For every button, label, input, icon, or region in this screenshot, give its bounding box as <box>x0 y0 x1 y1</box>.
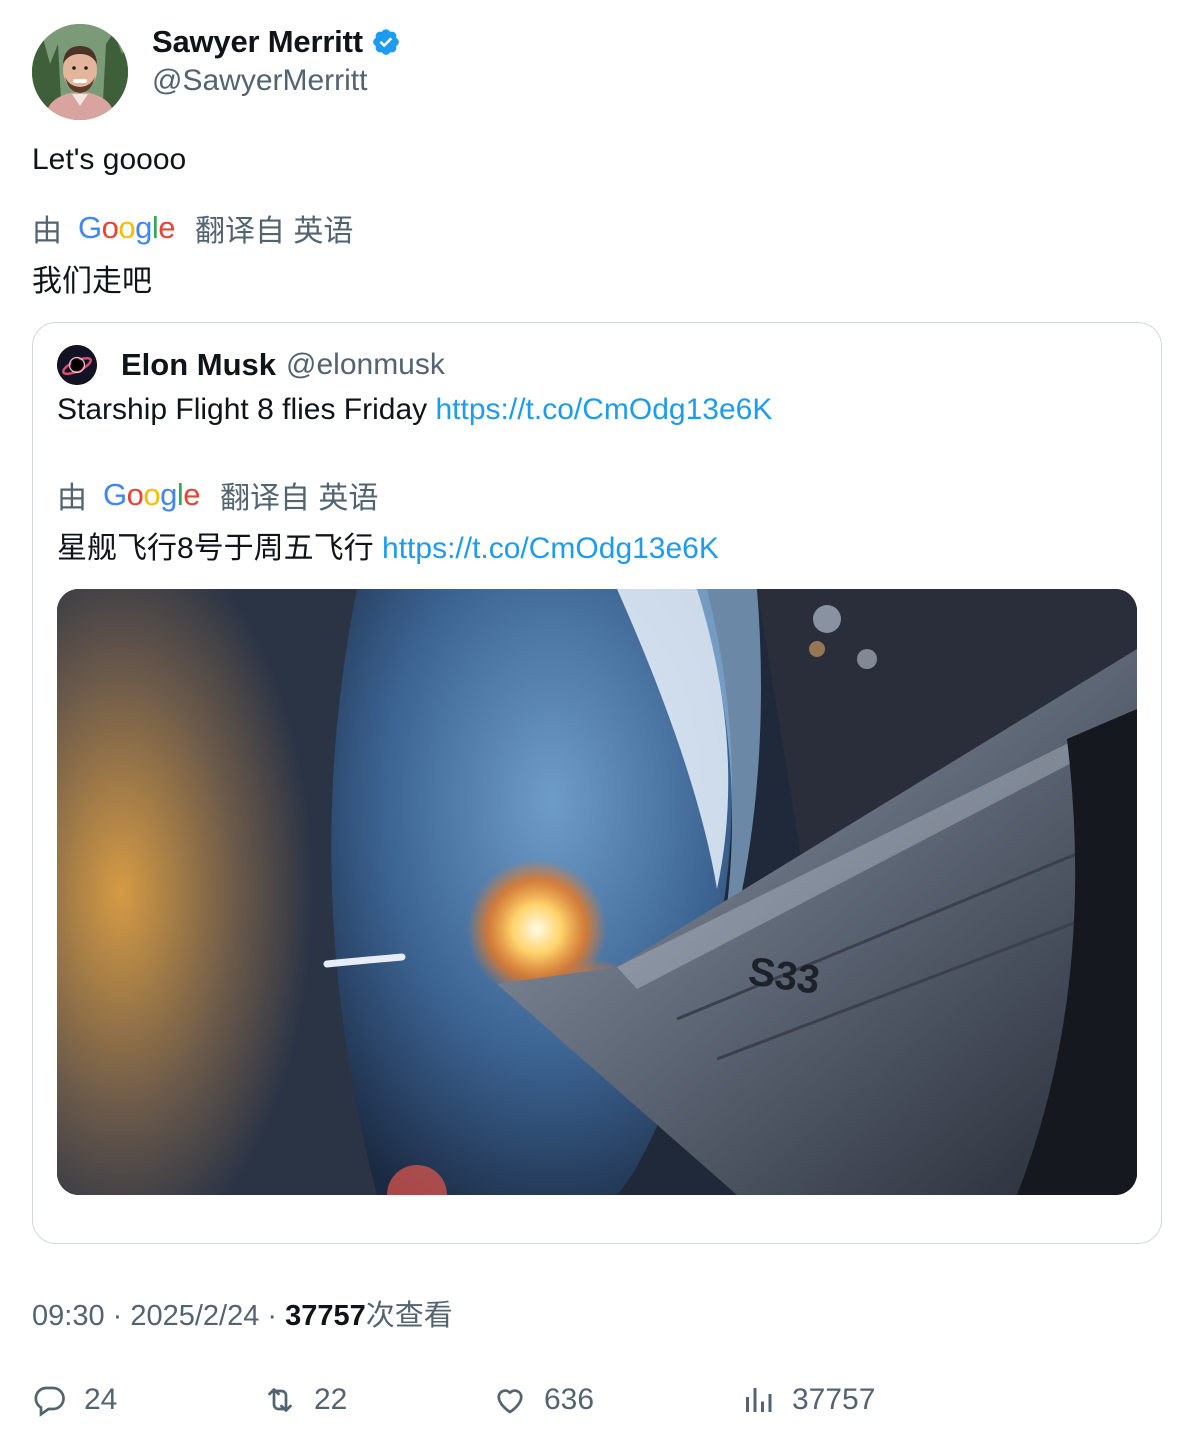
quoted-text-body: Starship Flight 8 flies Friday <box>57 393 428 426</box>
author-avatar[interactable] <box>32 24 128 120</box>
quoted-media-image[interactable]: S33 <box>57 589 1137 1195</box>
views-action-count: 37757 <box>792 1383 876 1416</box>
quoted-translation-attribution[interactable]: 由 Google 翻译自 英语 <box>57 475 378 515</box>
quoted-tweet-card[interactable]: Elon Musk @elonmusk Starship Flight 8 fl… <box>32 322 1162 1244</box>
quoted-translation-note: 翻译自 英语 <box>220 482 379 515</box>
heart-icon <box>497 1389 523 1414</box>
quoted-translated-body: 星舰飞行8号于周五飞行 <box>57 532 374 565</box>
google-logo: Google <box>103 477 201 512</box>
tweet-timestamp[interactable]: 09:30 · 2025/2/24 · <box>32 1300 285 1332</box>
quoted-author-handle[interactable]: @elonmusk <box>286 348 445 382</box>
tweet-text: Let's goooo <box>32 143 187 176</box>
translated-text: 我们走吧 <box>32 265 152 298</box>
author-handle[interactable]: @SawyerMerritt <box>152 64 401 98</box>
quoted-author-avatar <box>57 345 97 385</box>
views-count: 37757 <box>285 1300 366 1332</box>
starship-photo: S33 <box>57 589 1137 1195</box>
quoted-author-name[interactable]: Elon Musk <box>121 347 276 383</box>
quoted-translated-link[interactable]: https://t.co/CmOdg13e6K <box>382 532 719 565</box>
translation-note: 翻译自 英语 <box>195 215 354 248</box>
reply-count: 24 <box>84 1383 118 1416</box>
repost-count: 22 <box>314 1383 348 1416</box>
tweet-author-row: Sawyer Merritt @SawyerMerritt <box>32 24 401 120</box>
quoted-translation-by-label: 由 <box>57 482 87 515</box>
tweet-action-bar: 24 22 636 37757 <box>32 1376 1162 1424</box>
views-button[interactable]: 37757 <box>740 1376 875 1424</box>
like-button[interactable]: 636 <box>492 1376 594 1424</box>
reply-icon <box>34 1386 65 1417</box>
verified-badge-icon[interactable] <box>371 27 401 57</box>
google-logo: Google <box>78 210 176 245</box>
black-hole-avatar-icon <box>57 345 97 385</box>
reply-button[interactable]: 24 <box>32 1376 117 1424</box>
repost-icon <box>268 1388 292 1412</box>
views-label: 次查看 <box>365 1300 453 1332</box>
avatar-photo <box>32 24 128 120</box>
quoted-author-row: Elon Musk @elonmusk <box>57 345 445 385</box>
quoted-tweet-text: Starship Flight 8 flies Friday https://t… <box>57 393 772 427</box>
like-count: 636 <box>544 1383 595 1416</box>
translation-by-label: 由 <box>32 215 62 248</box>
quoted-link[interactable]: https://t.co/CmOdg13e6K <box>435 393 772 426</box>
author-name[interactable]: Sawyer Merritt <box>152 24 363 60</box>
tweet-timestamp-line: 09:30 · 2025/2/24 · 37757次查看 <box>32 1292 453 1334</box>
analytics-bar-icon <box>746 1388 772 1412</box>
repost-button[interactable]: 22 <box>262 1376 347 1424</box>
quoted-translated-text: 星舰飞行8号于周五飞行 https://t.co/CmOdg13e6K <box>57 523 719 567</box>
translation-attribution[interactable]: 由 Google 翻译自 英语 <box>32 208 353 248</box>
